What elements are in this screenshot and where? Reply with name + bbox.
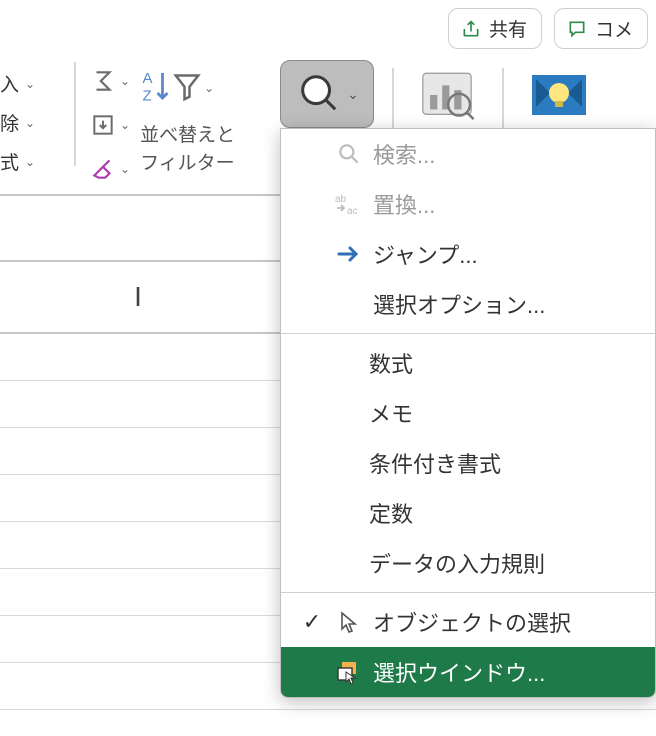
insert-cells[interactable]: 入⌄ [0, 68, 74, 107]
svg-text:A: A [143, 70, 153, 87]
cursor-icon [338, 610, 360, 634]
menu-separator [281, 333, 655, 334]
chevron-down-icon: ⌄ [120, 118, 130, 132]
sort-filter-button[interactable]: A Z ⌄ [140, 64, 235, 108]
replace-icon: ab ac [335, 192, 363, 216]
fill-down-icon [90, 112, 116, 138]
chevron-down-icon: ⌄ [25, 155, 35, 169]
svg-text:ab: ab [335, 194, 347, 205]
arrow-right-icon [336, 244, 362, 264]
format-cells[interactable]: 式⌄ [0, 146, 74, 185]
comment-button[interactable]: コメ [554, 8, 648, 49]
menu-formulas[interactable]: 数式 [281, 338, 655, 388]
comment-icon [567, 19, 587, 39]
menu-notes[interactable]: メモ [281, 388, 655, 438]
menu-selection-pane[interactable]: 選択ウインドウ... [281, 647, 655, 697]
sort-az-icon: A Z [140, 68, 170, 108]
svg-text:ac: ac [347, 206, 358, 216]
editing-group: ⌄ ⌄ ⌄ A Z [76, 56, 239, 194]
magnifier-icon [295, 71, 341, 117]
sigma-icon [90, 68, 116, 94]
chevron-down-icon: ⌄ [25, 77, 35, 91]
menu-conditional-formatting[interactable]: 条件付き書式 [281, 438, 655, 488]
eraser-icon [90, 156, 116, 182]
menu-goto[interactable]: ジャンプ... [281, 229, 655, 279]
analyze-chart-icon [418, 66, 476, 124]
chevron-down-icon: ⌄ [25, 116, 35, 130]
chevron-down-icon: ⌄ [204, 81, 214, 95]
menu-find: 検索... [281, 129, 655, 179]
svg-text:Z: Z [143, 88, 152, 105]
lightbulb-icon [530, 71, 588, 119]
cells-group: 入⌄ 除⌄ 式⌄ [0, 56, 74, 194]
autosum-button[interactable]: ⌄ [90, 64, 130, 98]
ideas-button[interactable] [524, 60, 594, 130]
chevron-down-icon: ⌄ [120, 162, 130, 176]
fill-button[interactable]: ⌄ [90, 108, 130, 142]
selection-pane-icon [336, 660, 362, 684]
menu-data-validation[interactable]: データの入力規則 [281, 538, 655, 588]
find-select-menu: 検索... ab ac 置換... ジャンプ... 選択オプション... 数式 … [280, 128, 656, 698]
share-button[interactable]: 共有 [448, 8, 542, 49]
sort-filter-label: 並べ替えと フィルター [140, 122, 235, 178]
comment-label: コメ [595, 15, 633, 42]
menu-constants[interactable]: 定数 [281, 488, 655, 538]
delete-cells[interactable]: 除⌄ [0, 107, 74, 146]
menu-goto-special[interactable]: 選択オプション... [281, 279, 655, 329]
chevron-down-icon: ⌄ [347, 86, 359, 103]
chevron-down-icon: ⌄ [120, 74, 130, 88]
analyze-data-button[interactable] [412, 60, 482, 130]
menu-replace: ab ac 置換... [281, 179, 655, 229]
checkmark-icon: ✓ [295, 609, 329, 635]
magnifier-icon [336, 141, 362, 167]
find-select-button[interactable]: ⌄ [280, 60, 374, 128]
menu-separator [281, 592, 655, 593]
clear-button[interactable]: ⌄ [90, 152, 130, 186]
share-icon [461, 19, 481, 39]
share-label: 共有 [489, 15, 527, 42]
funnel-icon [172, 68, 202, 108]
menu-select-objects[interactable]: ✓ オブジェクトの選択 [281, 597, 655, 647]
